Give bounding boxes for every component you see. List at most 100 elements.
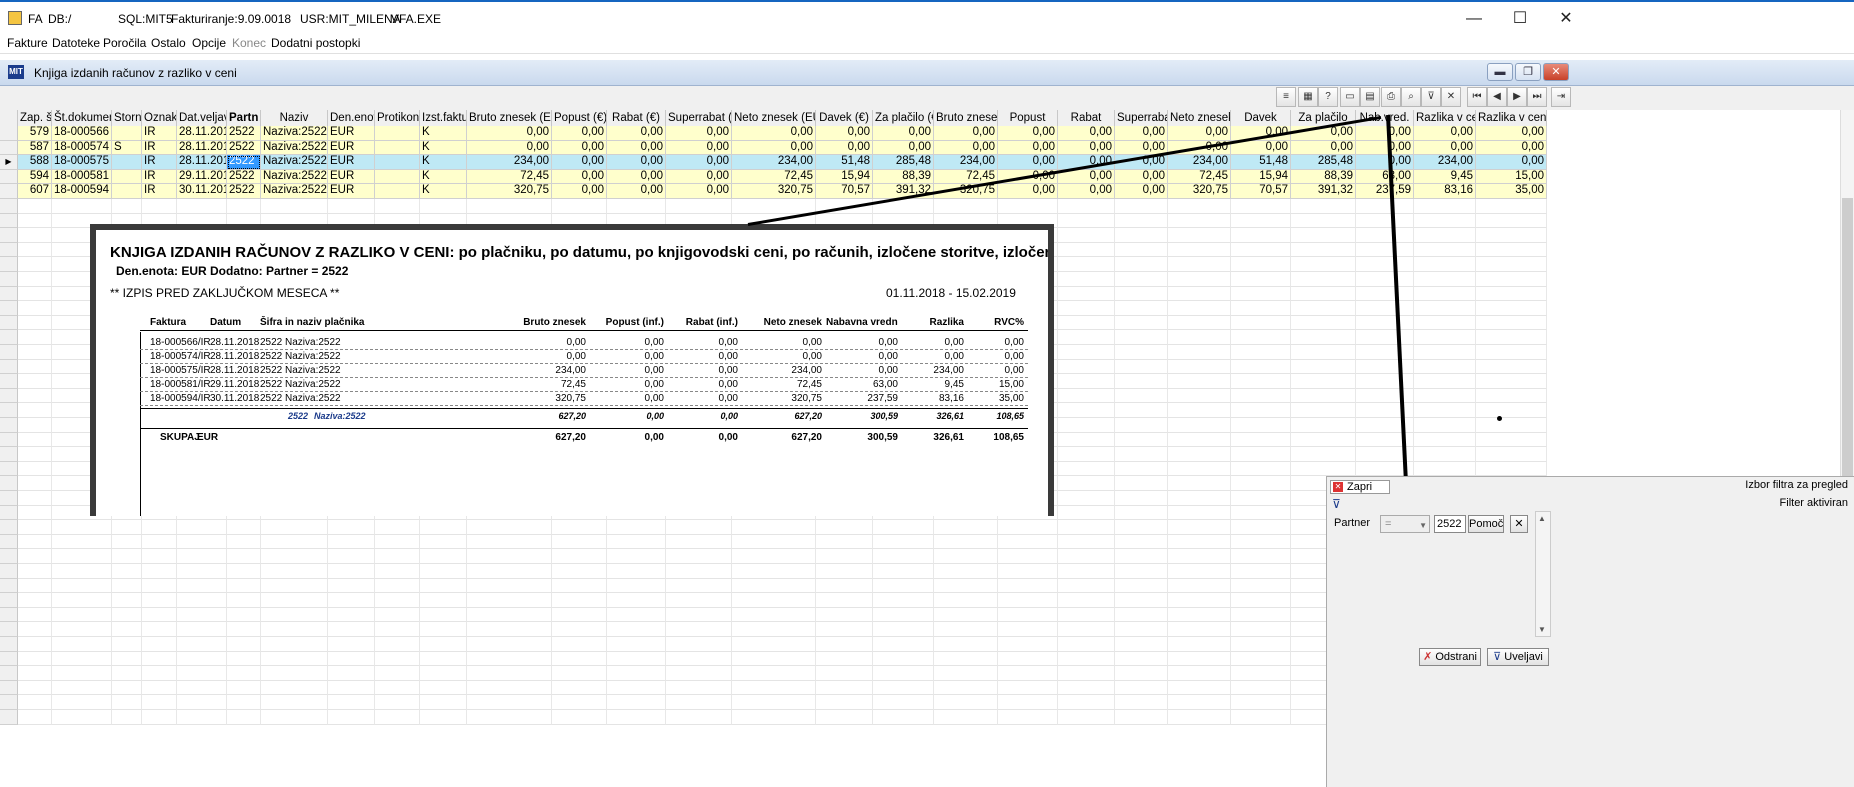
grid-cell[interactable] [552, 564, 607, 579]
grid-cell[interactable] [177, 578, 227, 594]
grid-cell[interactable] [1476, 228, 1547, 243]
grid-cell[interactable] [261, 607, 328, 623]
grid-cell[interactable]: 0,00 [998, 184, 1058, 199]
grid-cell[interactable] [261, 199, 328, 214]
grid-cell[interactable] [52, 199, 112, 214]
grid-cell[interactable] [1058, 257, 1115, 272]
grid-cell[interactable] [1476, 315, 1547, 331]
grid-cell[interactable]: 0,00 [1115, 184, 1168, 199]
grid-cell[interactable] [18, 578, 52, 594]
grid-cell[interactable] [934, 534, 998, 550]
grid-cell[interactable]: 30.11.2018 [177, 184, 227, 199]
grid-cell[interactable] [1058, 476, 1115, 491]
grid-cell[interactable] [177, 520, 227, 535]
column-header[interactable]: Rabat [1058, 110, 1115, 127]
grid-cell[interactable] [261, 680, 328, 696]
grid-cell[interactable] [666, 578, 732, 594]
grid-cell[interactable] [1291, 257, 1356, 272]
grid-cell[interactable] [1231, 432, 1291, 448]
column-header[interactable]: Popust [998, 110, 1058, 127]
grid-cell[interactable]: 0,00 [934, 140, 998, 156]
grid-cell[interactable]: 0,00 [467, 140, 552, 156]
grid-cell[interactable] [227, 680, 261, 696]
grid-cell[interactable] [227, 607, 261, 623]
grid-cell[interactable] [552, 622, 607, 637]
row-indicator[interactable] [0, 228, 18, 243]
grid-cell[interactable] [1291, 242, 1356, 258]
grid-cell[interactable] [1231, 315, 1291, 331]
grid-cell[interactable]: 234,00 [1414, 155, 1476, 170]
exit-button[interactable]: ⇥ [1551, 87, 1571, 107]
grid-cell[interactable] [1115, 257, 1168, 272]
grid-cell[interactable]: 0,00 [1414, 126, 1476, 141]
grid-cell[interactable] [328, 710, 375, 725]
grid-cell[interactable] [1414, 301, 1476, 316]
grid-cell[interactable] [732, 680, 816, 696]
column-header[interactable]: Izst.fakture [420, 110, 467, 127]
grid-cell[interactable] [1291, 374, 1356, 389]
grid-cell[interactable]: 0,00 [666, 184, 732, 199]
grid-cell[interactable] [1058, 666, 1115, 681]
column-header[interactable]: Superrabat [1115, 110, 1168, 127]
grid-cell[interactable] [227, 666, 261, 681]
grid-cell[interactable] [1231, 564, 1291, 579]
grid-cell[interactable] [1058, 520, 1115, 535]
grid-cell[interactable] [816, 578, 873, 594]
grid-header[interactable]: Zap. št.Št.dokumentaStornoOznakaDat.velj… [0, 110, 1854, 127]
grid-cell[interactable] [177, 695, 227, 710]
grid-cell[interactable]: 0,00 [1356, 126, 1414, 141]
grid-cell[interactable] [1231, 242, 1291, 258]
grid-cell[interactable]: 587 [18, 140, 52, 156]
grid-cell[interactable] [1231, 695, 1291, 710]
grid-cell[interactable] [934, 680, 998, 696]
grid-cell[interactable] [607, 593, 666, 608]
grid-cell[interactable] [1058, 242, 1115, 258]
grid-cell[interactable] [607, 549, 666, 564]
grid-cell[interactable] [18, 447, 52, 462]
grid-cell[interactable] [18, 359, 52, 375]
grid-cell[interactable] [816, 549, 873, 564]
grid-cell[interactable] [816, 593, 873, 608]
grid-cell[interactable] [1058, 315, 1115, 331]
grid-cell[interactable] [467, 710, 552, 725]
row-indicator[interactable] [0, 710, 18, 725]
grid-cell[interactable] [420, 695, 467, 710]
grid-cell[interactable] [1058, 622, 1115, 637]
grid-cell[interactable]: 0,00 [1291, 140, 1356, 156]
grid-cell[interactable] [666, 199, 732, 214]
grid-cell[interactable] [1414, 272, 1476, 287]
grid-cell[interactable]: 51,48 [1231, 155, 1291, 170]
grid-cell[interactable] [1115, 272, 1168, 287]
column-header[interactable]: Razlika v ceni [1414, 110, 1476, 127]
filter-clear-button[interactable]: ✕ [1510, 515, 1528, 533]
grid-cell[interactable] [1231, 651, 1291, 667]
cross-button[interactable]: ✕ [1441, 87, 1461, 107]
grid-cell[interactable] [1058, 564, 1115, 579]
grid-cell[interactable] [873, 637, 934, 652]
child-close-button[interactable]: ✕ [1543, 63, 1569, 81]
grid-cell[interactable] [177, 564, 227, 579]
row-indicator[interactable] [0, 388, 18, 404]
grid-cell[interactable] [227, 534, 261, 550]
grid-cell[interactable] [328, 520, 375, 535]
filter-remove-button[interactable]: ✗ Odstrani [1419, 648, 1481, 666]
grid-cell[interactable]: EUR [328, 140, 375, 156]
grid-cell[interactable] [1115, 505, 1168, 521]
grid-cell[interactable] [816, 666, 873, 681]
grid-cell[interactable] [375, 140, 420, 156]
grid-cell[interactable] [261, 637, 328, 652]
grid-cell[interactable]: 0,00 [552, 169, 607, 185]
grid-cell[interactable]: 72,45 [732, 169, 816, 185]
grid-cell[interactable] [1476, 213, 1547, 229]
grid-cell[interactable] [1476, 242, 1547, 258]
grid-cell[interactable] [1115, 476, 1168, 491]
grid-cell[interactable] [1168, 272, 1231, 287]
grid-cell[interactable] [1414, 199, 1476, 214]
menu-datoteke[interactable]: Datoteke [52, 36, 100, 50]
grid-cell[interactable] [934, 520, 998, 535]
row-indicator[interactable] [0, 607, 18, 623]
grid-cell[interactable] [1168, 534, 1231, 550]
grid-cell[interactable]: IR [142, 169, 177, 185]
column-header[interactable]: Storno [112, 110, 142, 127]
grid-cell[interactable] [1291, 213, 1356, 229]
